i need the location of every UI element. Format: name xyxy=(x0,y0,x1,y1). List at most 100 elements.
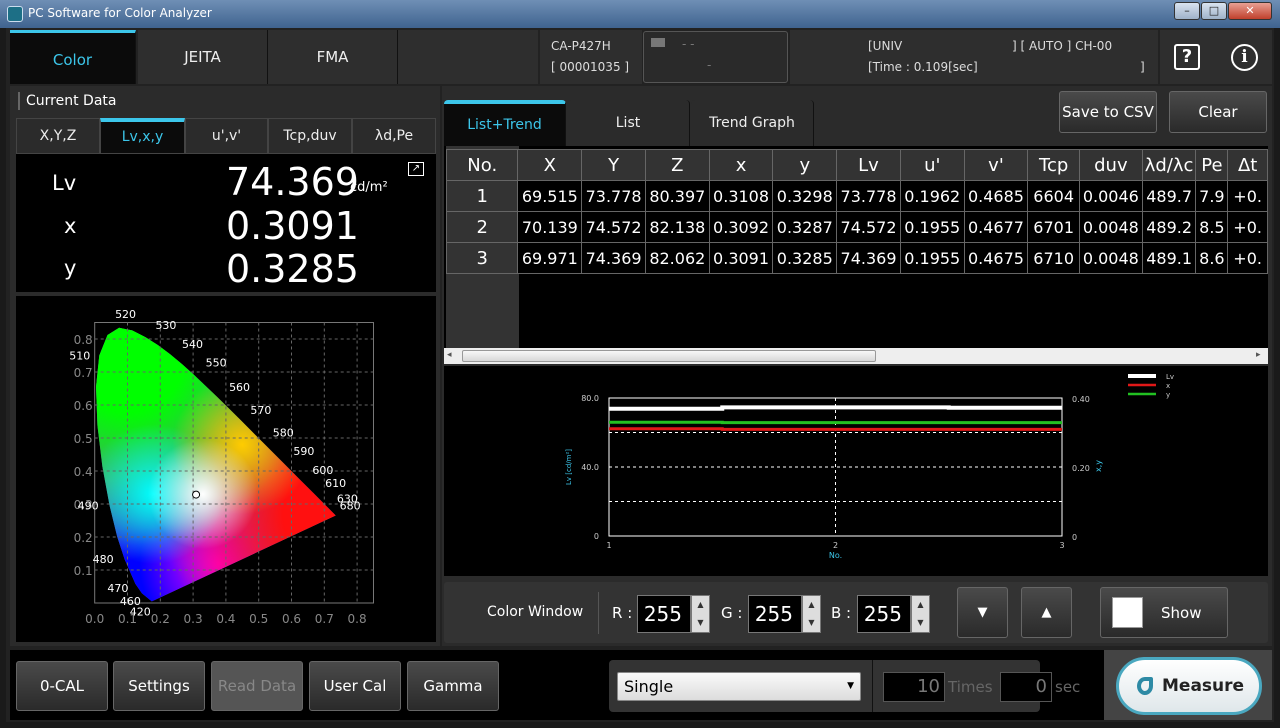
wavelength-label: 510 xyxy=(69,349,90,362)
status-time: [Time : 0.109[sec] xyxy=(868,60,978,74)
table-cell: 69.971 xyxy=(517,242,583,274)
tab-lvxy[interactable]: Lv,x,y xyxy=(100,118,185,154)
table-row[interactable]: 2 70.139 74.572 82.138 0.3092 0.3287 74.572 0.1… xyxy=(445,211,1268,243)
data-table: No. X Y Zx y Lv u' v' Tcp duv λd/λc Pe Δt 1 69.515 73.7… xyxy=(445,149,1268,274)
column-header[interactable]: Lv xyxy=(836,149,901,181)
lv-label: Lv xyxy=(52,171,77,195)
move-up-button[interactable]: ▲ xyxy=(1021,587,1072,638)
b-label: B : xyxy=(831,604,852,622)
column-header[interactable]: Δt xyxy=(1227,149,1268,181)
read-data-button[interactable]: Read Data xyxy=(211,661,303,711)
g-input[interactable]: 255 xyxy=(748,595,802,633)
settings-button[interactable]: Settings xyxy=(113,661,205,711)
lv-value: 74.369 xyxy=(226,160,359,204)
table-cell: 6710 xyxy=(1027,242,1080,274)
tab-ld-pe[interactable]: λd,Pe xyxy=(352,118,436,154)
tab-jeita[interactable]: JEITA xyxy=(138,30,268,84)
table-cell: +0. xyxy=(1227,242,1268,274)
help-icon[interactable]: ? xyxy=(1174,44,1200,70)
b-input[interactable]: 255 xyxy=(857,595,911,633)
y-tick-label: 0.7 xyxy=(74,366,93,380)
column-header[interactable]: Y xyxy=(581,149,646,181)
mode-select[interactable]: Single ▼ xyxy=(617,672,861,701)
color-window-label: Color Window xyxy=(487,604,584,620)
x-tick-label: 0.5 xyxy=(249,612,268,626)
g-stepper[interactable]: ▲ ▼ xyxy=(802,595,821,633)
cie-chart: 0.0 0.1 0.2 0.3 0.4 0.5 0.6 0.7 0.80.10.20.30.40… xyxy=(69,308,374,626)
info-icon[interactable]: i xyxy=(1231,44,1258,71)
zero-cal-button[interactable]: 0-CAL xyxy=(16,661,108,711)
gamma-button[interactable]: Gamma xyxy=(407,661,499,711)
table-cell: 489.1 xyxy=(1141,242,1197,274)
table-cell: 0.3285 xyxy=(772,242,838,274)
table-cell: 0.1955 xyxy=(899,242,965,274)
tab-xyz[interactable]: X,Y,Z xyxy=(16,118,100,154)
table-cell: 6701 xyxy=(1027,211,1080,243)
minimize-button[interactable]: – xyxy=(1174,2,1200,20)
table-cell: 0.3298 xyxy=(772,180,838,212)
y-tick-label: 0.5 xyxy=(74,432,93,446)
y-value: 0.3285 xyxy=(226,247,359,291)
user-cal-button[interactable]: User Cal xyxy=(309,661,401,711)
column-header[interactable]: Tcp xyxy=(1027,149,1080,181)
column-header[interactable]: Pe xyxy=(1195,149,1229,181)
b-stepper[interactable]: ▲ ▼ xyxy=(911,595,930,633)
column-header[interactable]: λd/λc xyxy=(1141,149,1197,181)
wavelength-label: 520 xyxy=(115,308,136,321)
times-input[interactable]: 10 xyxy=(883,672,945,702)
table-cell: 82.138 xyxy=(644,211,710,243)
table-cell: 489.2 xyxy=(1141,211,1197,243)
column-header[interactable]: Z xyxy=(644,149,710,181)
clear-button[interactable]: Clear xyxy=(1169,91,1267,133)
table-row[interactable]: 1 69.515 73.778 80.397 0.3108 0.3298 73.778 0.1… xyxy=(445,180,1268,212)
close-button[interactable]: ✕ xyxy=(1228,2,1272,20)
sec-label: sec xyxy=(1055,678,1081,696)
r-stepper[interactable]: ▲ ▼ xyxy=(691,595,710,633)
table-row[interactable]: 3 69.971 74.369 82.062 0.3091 0.3285 74.369 0.1… xyxy=(445,242,1268,274)
y-tick-label: 80.0 xyxy=(581,394,599,403)
x-tick-label: 1 xyxy=(606,541,611,550)
tab-list-trend[interactable]: List+Trend Graph xyxy=(444,100,566,175)
tab-trend-graph[interactable]: Trend Graph xyxy=(691,100,814,146)
move-down-button[interactable]: ▼ xyxy=(957,587,1008,638)
measure-button[interactable]: Measure xyxy=(1116,657,1262,715)
x-tick-label: 0.3 xyxy=(184,612,203,626)
app-icon xyxy=(7,6,23,22)
y2-tick-label: 0.40 xyxy=(1072,395,1090,404)
x-value: 0.3091 xyxy=(226,204,359,248)
x-tick-label: 0.7 xyxy=(315,612,334,626)
column-header[interactable]: v' xyxy=(963,149,1029,181)
probe-icon xyxy=(651,38,665,47)
scrollbar-thumb[interactable] xyxy=(462,350,876,362)
measured-point xyxy=(192,490,201,499)
expand-icon[interactable]: ↗ xyxy=(408,162,424,176)
column-header[interactable]: duv xyxy=(1078,149,1143,181)
table-cell: +0. xyxy=(1227,211,1268,243)
tab-fma[interactable]: FMA xyxy=(268,30,398,84)
r-input[interactable]: 255 xyxy=(637,595,691,633)
show-button[interactable]: Show xyxy=(1100,587,1228,638)
trend-chart: 0 40.0 80.0 0 0.20 0.40 1 2 3 No. Lv [cd/m²] x,y Lvx… xyxy=(565,373,1174,560)
table-cell: 0.0048 xyxy=(1078,211,1143,243)
interval-input[interactable]: 0 xyxy=(1000,672,1052,702)
column-header[interactable]: No. xyxy=(445,149,519,181)
table-cell: +0. xyxy=(1227,180,1268,212)
column-header[interactable]: X xyxy=(517,149,583,181)
color-swatch xyxy=(1112,597,1143,628)
tab-uv[interactable]: u',v' xyxy=(185,118,268,154)
column-header[interactable]: u' xyxy=(899,149,965,181)
horizontal-scrollbar[interactable]: ◂ ▸ xyxy=(444,348,1268,364)
y-tick-label: 0.6 xyxy=(74,399,93,413)
column-header[interactable]: y xyxy=(772,149,838,181)
save-to-csv-button[interactable]: Save to CSV xyxy=(1059,91,1157,133)
mode-select-value: Single xyxy=(624,677,674,696)
maximize-button[interactable]: □ xyxy=(1201,2,1227,20)
chromaticity-diagram: 0.0 0.1 0.2 0.3 0.4 0.5 0.6 0.7 0.8 0.1 0.2 0.3 0.4 0… xyxy=(16,296,436,642)
column-header[interactable]: x xyxy=(708,149,774,181)
window-title: PC Software for Color Analyzer xyxy=(28,6,212,20)
tab-list[interactable]: List xyxy=(567,100,690,146)
status-range-channel: ] [ AUTO ] CH-00 xyxy=(1012,39,1113,53)
tab-color[interactable]: Color xyxy=(10,30,136,84)
wavelength-label: 540 xyxy=(182,338,203,351)
tab-tcp-duv[interactable]: Tcp,duv xyxy=(268,118,352,154)
